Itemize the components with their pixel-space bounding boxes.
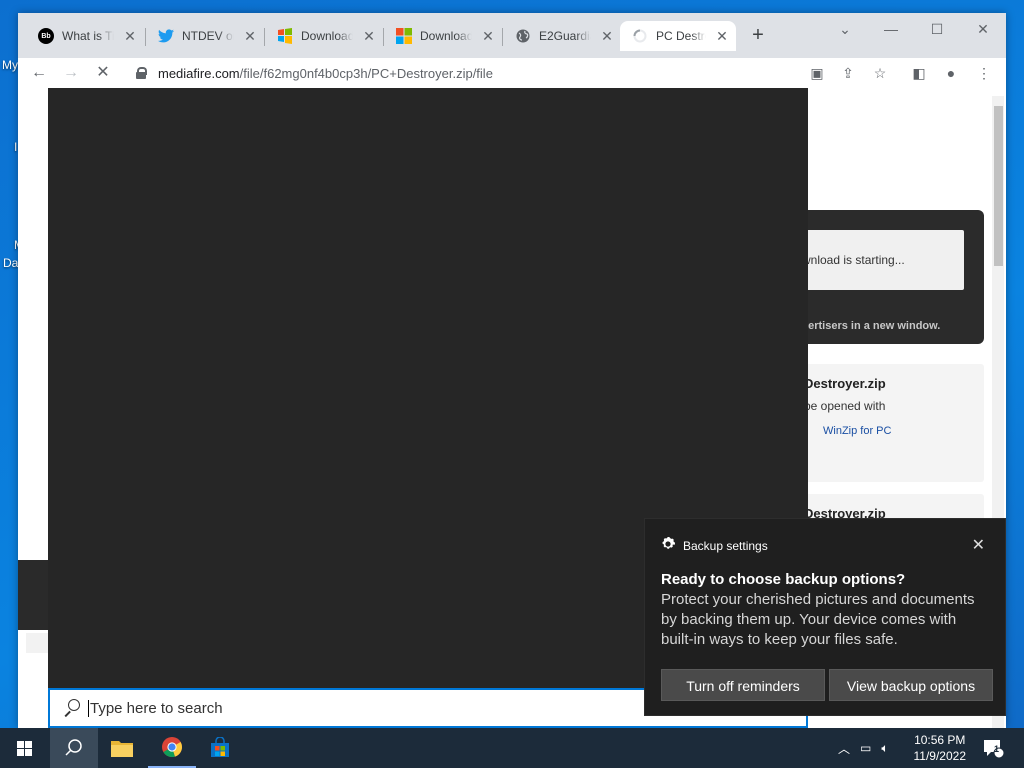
toast-header-label: Backup settings xyxy=(683,538,768,553)
folder-icon xyxy=(111,741,133,757)
close-tab-icon[interactable]: ✕ xyxy=(242,28,258,45)
chrome-icon xyxy=(162,737,183,758)
cast-blocked-icon[interactable]: ▣ xyxy=(804,60,830,86)
notification-count: 1 xyxy=(994,744,1000,754)
browser-toolbar: ← → ✕ mediafire.com/file/f62mg0nf4b0cp3h… xyxy=(18,58,1006,88)
tab-download-1[interactable]: Download ✕ xyxy=(265,21,383,51)
toast-title: Ready to choose backup options? xyxy=(661,571,906,588)
store-button[interactable] xyxy=(196,728,244,768)
start-button[interactable] xyxy=(0,728,48,768)
chevron-up-icon[interactable]: ︿ xyxy=(838,740,850,757)
toast-header: Backup settings xyxy=(661,537,768,554)
gear-icon xyxy=(661,537,675,554)
turn-off-reminders-button[interactable]: Turn off reminders xyxy=(661,669,825,701)
volume-icon[interactable]: 🔈︎ xyxy=(881,741,888,756)
new-tab-button[interactable]: + xyxy=(746,24,770,48)
notification-center-button[interactable]: 1 xyxy=(982,728,1004,768)
search-icon xyxy=(62,699,80,717)
tab-strip: Bb What is Tik ✕ NTDEV on ✕ Download ✕ D… xyxy=(18,13,1006,58)
close-icon[interactable]: ✕ xyxy=(972,535,985,555)
taskbar: ︿ ▭ 🔈︎ 10:56 PM 11/9/2022 1 xyxy=(0,728,1024,768)
menu-icon[interactable]: ⋮ xyxy=(971,60,997,86)
globe-icon xyxy=(515,28,531,44)
desktop-label: I xyxy=(14,140,18,154)
close-window-button[interactable]: ✕ xyxy=(968,17,998,41)
tab-title: Download xyxy=(301,29,353,43)
tab-e2guardian[interactable]: E2Guardia ✕ xyxy=(503,21,621,51)
tab-title: E2Guardia xyxy=(539,29,591,43)
close-tab-icon[interactable]: ✕ xyxy=(122,28,138,45)
close-tab-icon[interactable]: ✕ xyxy=(480,28,496,45)
scrollbar-thumb[interactable] xyxy=(994,106,1003,266)
tab-download-2[interactable]: Download ✕ xyxy=(384,21,502,51)
advertisers-note: vertisers in a new window. xyxy=(802,320,941,332)
forward-button[interactable]: → xyxy=(58,60,84,86)
file-card: Destroyer.zip be opened with WinZip for … xyxy=(798,364,984,482)
system-tray: ︿ ▭ 🔈︎ xyxy=(838,728,889,768)
side-panel-icon[interactable]: ◧ xyxy=(906,60,932,86)
lock-icon[interactable] xyxy=(136,67,147,79)
tab-tiktok[interactable]: Bb What is Tik ✕ xyxy=(26,21,144,51)
desktop-label: My xyxy=(2,58,18,72)
share-icon[interactable]: ⇪ xyxy=(835,60,861,86)
download-status: wnload is starting... xyxy=(798,230,964,290)
clock-date: 11/9/2022 xyxy=(913,749,967,763)
file-explorer-button[interactable] xyxy=(98,728,146,768)
url-text[interactable]: mediafire.com/file/f62mg0nf4b0cp3h/PC+De… xyxy=(158,66,493,81)
windows-flag-icon xyxy=(277,28,293,44)
notification-icon xyxy=(984,740,1004,758)
search-icon xyxy=(65,739,82,756)
page-fragment xyxy=(26,633,48,653)
winzip-link[interactable]: WinZip for PC xyxy=(798,413,984,437)
microsoft-icon xyxy=(396,28,412,44)
bookmark-star-icon[interactable]: ☆ xyxy=(867,60,893,86)
back-button[interactable]: ← xyxy=(26,60,52,86)
page-dark-banner xyxy=(18,560,48,630)
view-backup-options-button[interactable]: View backup options xyxy=(829,669,993,701)
profile-icon[interactable]: ● xyxy=(938,60,964,86)
network-icon[interactable]: ▭ xyxy=(860,741,871,755)
file-name: Destroyer.zip xyxy=(804,506,886,521)
tab-title: PC Destro xyxy=(656,29,706,43)
file-info: be opened with xyxy=(804,399,886,413)
windows-logo-icon xyxy=(16,740,32,756)
twitter-icon xyxy=(158,28,174,44)
tab-title: NTDEV on xyxy=(182,29,234,43)
bb-icon: Bb xyxy=(38,28,54,44)
store-icon xyxy=(211,737,229,757)
close-tab-icon[interactable]: ✕ xyxy=(714,28,730,45)
loading-spinner-icon xyxy=(632,28,648,44)
clock[interactable]: 10:56 PM 11/9/2022 xyxy=(914,732,967,764)
toast-body: Protect your cherished pictures and docu… xyxy=(661,591,975,648)
stop-loading-button[interactable]: ✕ xyxy=(90,60,116,86)
chrome-button[interactable] xyxy=(148,728,196,768)
minimize-button[interactable]: — xyxy=(876,17,906,41)
desktop-label: Da xyxy=(3,256,19,270)
maximize-button[interactable]: ☐ xyxy=(922,17,952,41)
clock-time: 10:56 PM xyxy=(914,733,966,747)
file-name: Destroyer.zip xyxy=(804,376,886,391)
close-tab-icon[interactable]: ✕ xyxy=(361,28,377,45)
tab-title: Download xyxy=(420,29,472,43)
tab-title: What is Tik xyxy=(62,29,114,43)
backup-notification: Backup settings ✕ Ready to choose backup… xyxy=(644,518,1006,716)
download-panel: wnload is starting... vertisers in a new… xyxy=(798,210,984,344)
search-input[interactable] xyxy=(88,699,588,717)
tab-search-icon[interactable]: ⌄ xyxy=(830,17,860,41)
tab-pc-destroyer[interactable]: PC Destro ✕ xyxy=(620,21,736,51)
search-button[interactable] xyxy=(50,728,98,768)
address-bar[interactable]: mediafire.com/file/f62mg0nf4b0cp3h/PC+De… xyxy=(128,60,912,86)
close-tab-icon[interactable]: ✕ xyxy=(599,28,615,45)
tab-ntdev[interactable]: NTDEV on ✕ xyxy=(146,21,264,51)
